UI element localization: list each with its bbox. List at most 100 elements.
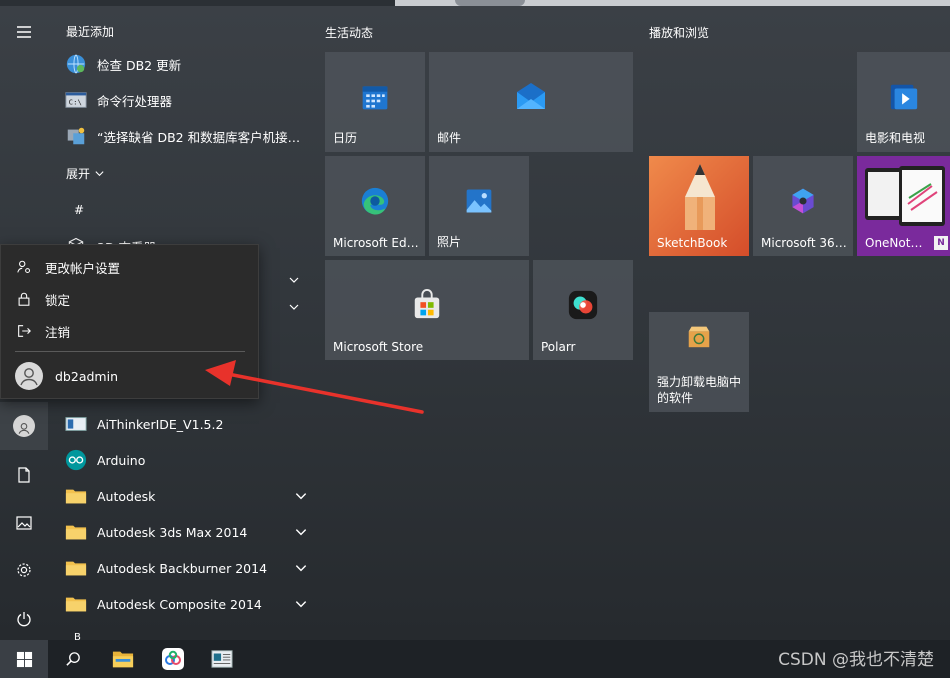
db2-interface-icon: [64, 124, 88, 148]
folder-icon: [64, 556, 88, 580]
settings-button[interactable]: [0, 546, 48, 594]
polarr-icon: [566, 288, 600, 322]
file-explorer-icon: [112, 651, 134, 668]
pictures-button[interactable]: [0, 499, 48, 547]
recently-added-header: 最近添加: [66, 25, 115, 39]
section-title-life: 生活动态: [325, 26, 374, 40]
tile-microsoft-store[interactable]: Microsoft Store: [325, 260, 529, 360]
list-item[interactable]: Autodesk: [64, 479, 308, 513]
tile-label: 日历: [333, 131, 358, 145]
tile-polarr[interactable]: Polarr: [533, 260, 633, 360]
chevron-down-icon[interactable]: [294, 525, 308, 539]
hamburger-icon: [17, 26, 31, 38]
start-button[interactable]: [0, 640, 48, 678]
list-item[interactable]: Autodesk Composite 2014: [64, 587, 308, 621]
tile-calendar[interactable]: 日历: [325, 52, 425, 152]
chevron-down-icon[interactable]: [294, 561, 308, 575]
tile-photos[interactable]: 照片: [429, 156, 529, 256]
hamburger-menu-button[interactable]: [0, 8, 48, 56]
app-label: Autodesk: [97, 488, 156, 504]
tile-edge[interactable]: Microsoft Edge: [325, 156, 425, 256]
lock-item[interactable]: 锁定: [1, 283, 260, 315]
svg-text:C:\: C:\: [69, 98, 82, 107]
folder-icon: [64, 520, 88, 544]
chevron-down-icon[interactable]: [288, 274, 300, 286]
account-button[interactable]: [0, 402, 48, 450]
document-icon: [18, 467, 30, 483]
news-app-button[interactable]: [198, 640, 246, 678]
list-item[interactable]: Autodesk 3ds Max 2014: [64, 515, 308, 549]
sign-out-icon: [15, 322, 33, 340]
section-title-play: 播放和浏览: [649, 26, 710, 40]
edge-icon: [358, 184, 392, 218]
tile-label-line2: 的软件: [657, 391, 694, 405]
list-item[interactable]: Autodesk Backburner 2014: [64, 551, 308, 585]
account-flyout: 更改帐户设置 锁定 注销 db2admin: [0, 244, 259, 399]
switch-user-item[interactable]: db2admin: [1, 358, 260, 394]
app-label: “选择缺省 DB2 和数据库客户机接口”...: [97, 129, 308, 145]
tile-movies-tv[interactable]: 电影和电视: [857, 52, 950, 152]
letter-header-hash[interactable]: #: [74, 203, 84, 217]
chevron-down-icon: [95, 171, 104, 177]
baidu-netdisk-button[interactable]: [149, 640, 197, 678]
photos-icon: [462, 184, 496, 218]
tile-onenote[interactable]: OneNote... N: [857, 156, 950, 256]
power-icon: [17, 612, 31, 627]
expand-button[interactable]: 展开: [66, 165, 105, 182]
app-label: 命令行处理器: [97, 93, 173, 109]
tile-microsoft-365[interactable]: Microsoft 365...: [753, 156, 853, 256]
list-item[interactable]: Arduino: [64, 443, 308, 477]
user-avatar-icon: [15, 362, 43, 390]
tile-label: Microsoft Edge: [333, 236, 419, 250]
tile-uninstaller[interactable]: 强力卸载电脑中 的软件: [649, 312, 749, 412]
gear-icon: [17, 563, 31, 577]
tile-label: OneNote...: [865, 236, 927, 250]
tile-label: 邮件: [437, 131, 462, 145]
pictures-icon: [16, 516, 32, 530]
flyout-divider: [15, 351, 245, 352]
store-icon: [410, 288, 444, 322]
arduino-icon: [64, 448, 88, 472]
tile-sketchbook[interactable]: SketchBook: [649, 156, 749, 256]
power-button[interactable]: [0, 595, 48, 643]
app-label: Autodesk 3ds Max 2014: [97, 524, 248, 540]
command-prompt-icon: C:\: [64, 88, 88, 112]
username-label: db2admin: [55, 368, 118, 384]
list-item[interactable]: “选择缺省 DB2 和数据库客户机接口”...: [64, 119, 308, 153]
list-item[interactable]: 检查 DB2 更新: [64, 47, 308, 81]
tile-label: SketchBook: [657, 236, 728, 250]
tile-mail[interactable]: 邮件: [429, 52, 633, 152]
file-explorer-button[interactable]: [99, 640, 147, 678]
chevron-down-icon[interactable]: [294, 597, 308, 611]
expand-label: 展开: [66, 167, 91, 181]
recycle-box-icon: [685, 322, 713, 354]
sign-out-item[interactable]: 注销: [1, 315, 260, 347]
chevron-down-icon[interactable]: [288, 301, 300, 313]
chevron-down-icon[interactable]: [294, 489, 308, 503]
calendar-icon: [358, 80, 392, 114]
search-button[interactable]: [49, 640, 97, 678]
tile-label: Microsoft 365...: [761, 236, 847, 250]
watermark-text: CSDN @我也不清楚: [778, 650, 934, 670]
cloud-app-icon: [162, 648, 184, 670]
onenote-preview-icon: [863, 164, 947, 238]
search-icon: [65, 651, 80, 666]
user-avatar-icon: [13, 415, 35, 437]
folder-icon: [64, 592, 88, 616]
app-label: 检查 DB2 更新: [97, 57, 182, 73]
globe-update-icon: [64, 52, 88, 76]
list-item[interactable]: C:\ 命令行处理器: [64, 83, 308, 117]
mail-icon: [514, 80, 548, 114]
sign-out-label: 注销: [45, 324, 71, 340]
list-item[interactable]: AiThinkerIDE_V1.5.2: [64, 407, 308, 441]
change-account-settings-item[interactable]: 更改帐户设置: [1, 251, 260, 283]
change-account-settings-label: 更改帐户设置: [45, 260, 121, 276]
app-label: Autodesk Composite 2014: [97, 596, 262, 612]
windows-logo-icon: [16, 651, 32, 667]
lock-label: 锁定: [45, 292, 71, 308]
tile-label: 照片: [437, 235, 462, 249]
documents-button[interactable]: [0, 451, 48, 499]
app-label: Arduino: [97, 452, 146, 468]
letter-header-b[interactable]: B: [74, 632, 81, 640]
microsoft-365-icon: [786, 184, 820, 218]
